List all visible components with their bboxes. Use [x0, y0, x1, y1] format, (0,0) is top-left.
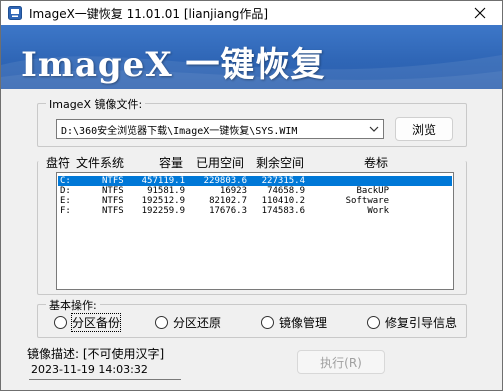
main-window: ImageX一键恢复 11.01.01 [lianjiang作品] ImageX… — [0, 0, 503, 391]
close-icon — [474, 7, 486, 19]
cell-capacity: 192259.9 — [141, 206, 185, 216]
image-file-legend: ImageX 镜像文件: — [46, 96, 146, 112]
cell-capacity: 91581.9 — [147, 186, 185, 196]
header-drive: 盘符 — [46, 156, 71, 170]
cell-capacity: 192512.9 — [141, 196, 185, 206]
cell-used: 229803.6 — [203, 176, 247, 186]
cell-label: BackUP — [356, 186, 389, 196]
cell-capacity: 457119.1 — [141, 176, 185, 186]
radio-button[interactable] — [261, 315, 274, 329]
radio-button[interactable] — [54, 315, 67, 329]
radio-partition-backup[interactable]: 分区备份 — [54, 312, 122, 332]
partition-row-f[interactable]: F: NTFS 192259.9 17676.3 174583.6 Work — [58, 206, 452, 216]
image-file-combobox[interactable]: D:\360安全浏览器下载\ImageX一键恢复\SYS.WIM — [56, 119, 384, 139]
cell-drive: C: — [60, 176, 71, 186]
cell-free: 174583.6 — [261, 206, 305, 216]
window-title: ImageX一键恢复 11.01.01 [lianjiang作品] — [29, 7, 269, 21]
cell-fs: NTFS — [102, 176, 124, 186]
cell-fs: NTFS — [102, 196, 124, 206]
cell-used: 17676.3 — [209, 206, 247, 216]
cell-drive: F: — [60, 206, 71, 216]
operations-legend: 基本操作: — [46, 297, 100, 313]
cell-free: 227315.4 — [261, 176, 305, 186]
cell-label: Work — [367, 206, 389, 216]
browse-button[interactable]: 浏览 — [395, 117, 453, 141]
cell-free: 110410.2 — [261, 196, 305, 206]
browse-button-label: 浏览 — [411, 122, 436, 137]
cell-used: 82102.7 — [209, 196, 247, 206]
cell-free: 74658.9 — [267, 186, 305, 196]
description-label: 镜像描述: [不可使用汉字] — [27, 347, 165, 361]
description-input[interactable]: 2023-11-19 14:03:32 — [29, 362, 181, 380]
radio-partition-restore[interactable]: 分区还原 — [155, 314, 221, 330]
cell-drive: E: — [60, 196, 71, 206]
execute-button[interactable]: 执行(R) — [297, 350, 385, 374]
imagex-app-icon — [8, 6, 22, 20]
cell-fs: NTFS — [102, 206, 124, 216]
partition-row-d[interactable]: D: NTFS 91581.9 16923 74658.9 BackUP — [58, 186, 452, 196]
header-capacity: 容量 — [159, 156, 184, 170]
radio-button[interactable] — [367, 315, 380, 329]
partition-row-c[interactable]: C: NTFS 457119.1 229803.6 227315.4 — [58, 176, 452, 186]
cell-used: 16923 — [219, 186, 247, 196]
header-banner: ImageX 一键恢复 — [1, 25, 502, 89]
cell-label: Software — [345, 196, 389, 206]
radio-label: 分区还原 — [173, 315, 222, 330]
chevron-down-icon[interactable] — [369, 125, 379, 133]
partition-row-e[interactable]: E: NTFS 192512.9 82102.7 110410.2 Softwa… — [58, 196, 452, 206]
radio-repair-boot[interactable]: 修复引导信息 — [367, 314, 457, 330]
radio-button[interactable] — [155, 315, 168, 329]
radio-label: 镜像管理 — [279, 315, 328, 330]
radio-image-manage[interactable]: 镜像管理 — [261, 314, 327, 330]
execute-button-label: 执行(R) — [320, 355, 362, 370]
radio-label: 修复引导信息 — [385, 315, 458, 330]
header-used: 已用空间 — [196, 156, 245, 170]
banner-title: ImageX 一键恢复 — [21, 45, 326, 85]
image-file-path: D:\360安全浏览器下载\ImageX一键恢复\SYS.WIM — [61, 126, 298, 137]
title-bar[interactable]: ImageX一键恢复 11.01.01 [lianjiang作品] — [1, 1, 502, 25]
header-filesystem: 文件系统 — [76, 156, 125, 170]
header-label: 卷标 — [364, 156, 389, 170]
cell-drive: D: — [60, 186, 71, 196]
close-button[interactable] — [458, 1, 502, 25]
radio-label: 分区备份 — [70, 312, 122, 332]
partition-list[interactable]: C: NTFS 457119.1 229803.6 227315.4 D: NT… — [56, 172, 454, 290]
header-free: 剩余空间 — [256, 156, 305, 170]
description-value: 2023-11-19 14:03:32 — [31, 363, 148, 376]
cell-fs: NTFS — [102, 186, 124, 196]
